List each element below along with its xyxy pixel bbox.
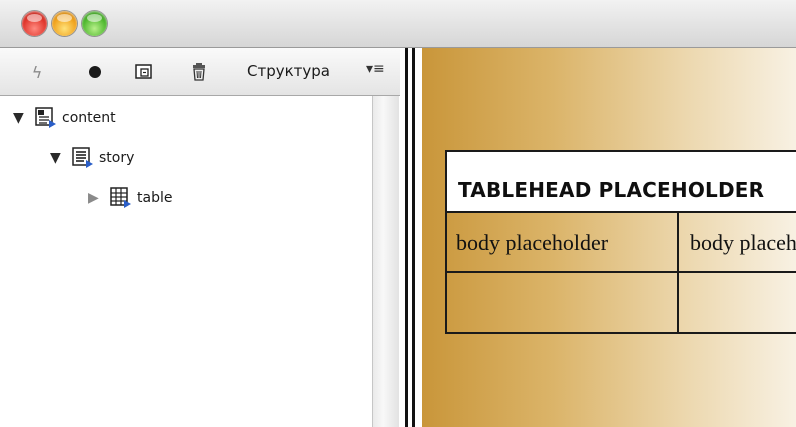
- story-element-icon: [72, 147, 94, 169]
- vertical-scrollbar[interactable]: [372, 96, 399, 427]
- table-cell[interactable]: body placeholder: [681, 213, 796, 271]
- tree-node-table[interactable]: ▶ table: [88, 186, 172, 210]
- table-header-row[interactable]: TABLEHEAD PLACEHOLDER: [447, 152, 796, 213]
- window-titlebar: [0, 0, 796, 48]
- panel-menu-icon[interactable]: ▾≡: [366, 61, 385, 77]
- lightning-icon[interactable]: ϟ: [26, 61, 48, 83]
- disclosure-expanded-icon[interactable]: ▼: [13, 110, 29, 126]
- disclosure-expanded-icon[interactable]: ▼: [50, 150, 66, 166]
- text-frame-element-icon: [35, 107, 57, 129]
- close-window-button[interactable]: [22, 11, 47, 36]
- structure-toolbar: ϟ Структура ▾≡: [0, 48, 400, 96]
- tree-node-label: content: [62, 110, 116, 126]
- tree-node-label: table: [137, 190, 173, 206]
- document-canvas[interactable]: TABLEHEAD PLACEHOLDER body placeholder b…: [422, 48, 796, 427]
- structure-panel-title: Структура: [247, 62, 330, 80]
- disclosure-collapsed-icon[interactable]: ▶: [88, 190, 104, 206]
- zoom-window-button[interactable]: [82, 11, 107, 36]
- dot-icon[interactable]: [84, 61, 106, 83]
- tree-node-label: story: [99, 150, 135, 166]
- table-cell[interactable]: body placeholder: [447, 213, 679, 271]
- table-element-icon: [110, 187, 132, 209]
- new-element-icon[interactable]: [133, 61, 155, 83]
- table-header-text: TABLEHEAD PLACEHOLDER: [458, 178, 765, 202]
- minimize-window-button[interactable]: [52, 11, 77, 36]
- table-row[interactable]: body placeholder body placeholder: [447, 213, 796, 273]
- cell-text: body placeholder: [456, 230, 609, 255]
- trash-icon[interactable]: [188, 61, 210, 83]
- tree-node-story[interactable]: ▼ story: [50, 146, 134, 170]
- document-table[interactable]: TABLEHEAD PLACEHOLDER body placeholder b…: [445, 150, 796, 334]
- cell-text: body placeholder: [690, 230, 796, 255]
- table-row[interactable]: [447, 273, 796, 334]
- structure-panel: ϟ Структура ▾≡ ▼ content ▼ story ▶ table: [0, 48, 400, 427]
- table-cell[interactable]: [681, 273, 796, 334]
- panel-divider[interactable]: [400, 48, 422, 427]
- tree-node-content[interactable]: ▼ content: [13, 106, 116, 130]
- table-cell[interactable]: [447, 273, 679, 334]
